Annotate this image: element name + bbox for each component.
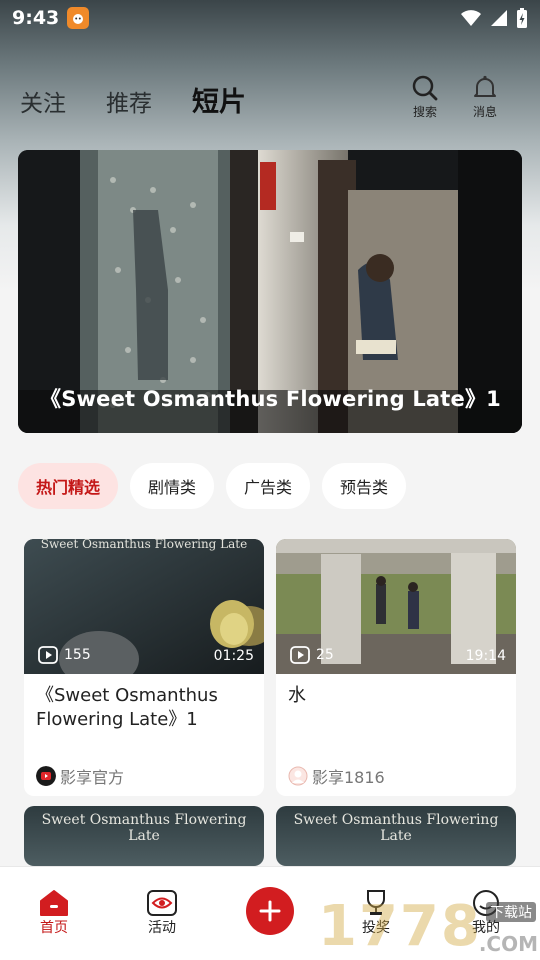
status-bar: 9:43 (0, 0, 540, 36)
video-duration: 19:14 (465, 648, 506, 664)
search-icon (412, 75, 438, 101)
play-count: 25 (290, 646, 334, 664)
avatar (288, 766, 308, 786)
play-count-value: 25 (316, 647, 334, 663)
nav-home-label: 首页 (40, 920, 68, 936)
thumbnail-text: Sweet Osmanthus Flowering Late (293, 812, 499, 844)
app-notification-icon (67, 7, 90, 29)
battery-icon (517, 8, 527, 28)
featured-banner[interactable]: 《Sweet Osmanthus Flowering Late》1 (18, 150, 522, 433)
author-name: 影享官方 (60, 768, 125, 787)
watermark-tag: 下载站 (486, 902, 536, 922)
video-author[interactable]: 影享官方 (24, 756, 264, 796)
video-author[interactable]: 影享1816 (276, 756, 516, 796)
signal-icon (491, 10, 507, 26)
thumbnail-text: Sweet Osmanthus Flowering Late (41, 812, 247, 844)
upload-button[interactable] (246, 887, 294, 935)
nav-home[interactable]: 首页 (24, 889, 84, 937)
play-icon (38, 646, 58, 664)
chip-drama[interactable]: 剧情类 (130, 463, 215, 509)
plus-icon (259, 900, 281, 922)
tab-following[interactable]: 关注 (20, 84, 66, 118)
play-count: 155 (38, 646, 91, 664)
author-name: 影享1816 (312, 768, 385, 787)
video-title: 水 (288, 685, 306, 706)
bell-icon (474, 75, 496, 97)
tab-short-films[interactable]: 短片 (192, 80, 246, 119)
watermark-text: 1778 (318, 894, 482, 959)
video-card[interactable]: Sweet Osmanthus Flowering Late 155 01:25… (24, 539, 264, 796)
nav-activity[interactable]: 活动 (132, 889, 192, 937)
search-label: 搜索 (412, 105, 437, 119)
video-card[interactable]: 25 19:14 水 影享1816 (276, 539, 516, 796)
messages-label: 消息 (472, 105, 497, 119)
nav-activity-label: 活动 (148, 920, 176, 936)
status-time: 9:43 (12, 7, 60, 29)
activity-eye-icon (147, 890, 177, 916)
banner-title: 《Sweet Osmanthus Flowering Late》1 (40, 387, 501, 411)
play-icon (290, 646, 310, 664)
watermark-logo: 1778 下载站 .COM (318, 894, 540, 960)
chip-ads[interactable]: 广告类 (226, 463, 311, 509)
video-title: 《Sweet Osmanthus Flowering Late》1 (36, 685, 218, 730)
watermark-domain: .COM (478, 932, 538, 956)
home-icon (40, 890, 68, 916)
play-count-value: 155 (64, 647, 91, 663)
video-card[interactable]: Sweet Osmanthus Flowering Late (24, 806, 264, 866)
video-card[interactable]: Sweet Osmanthus Flowering Late (276, 806, 516, 866)
wifi-icon (461, 10, 481, 26)
search-button[interactable]: 搜索 (410, 74, 440, 120)
video-duration: 01:25 (213, 648, 254, 664)
avatar (36, 766, 56, 786)
messages-button[interactable]: 消息 (470, 74, 500, 120)
tab-recommended[interactable]: 推荐 (106, 84, 152, 118)
category-chips: 热门精选 剧情类 广告类 预告类 (18, 463, 407, 509)
chip-trailers[interactable]: 预告类 (322, 463, 407, 509)
thumbnail-text: Sweet Osmanthus Flowering Late (40, 539, 248, 551)
top-tabs: 关注 推荐 短片 (20, 80, 246, 119)
video-thumbnail: Sweet Osmanthus Flowering Late (276, 806, 516, 866)
video-thumbnail: Sweet Osmanthus Flowering Late (24, 806, 264, 866)
video-thumbnail: 25 19:14 (276, 539, 516, 674)
top-actions: 搜索 消息 (410, 74, 500, 120)
chip-hot-picks[interactable]: 热门精选 (18, 463, 119, 509)
video-thumbnail: Sweet Osmanthus Flowering Late 155 01:25 (24, 539, 264, 674)
